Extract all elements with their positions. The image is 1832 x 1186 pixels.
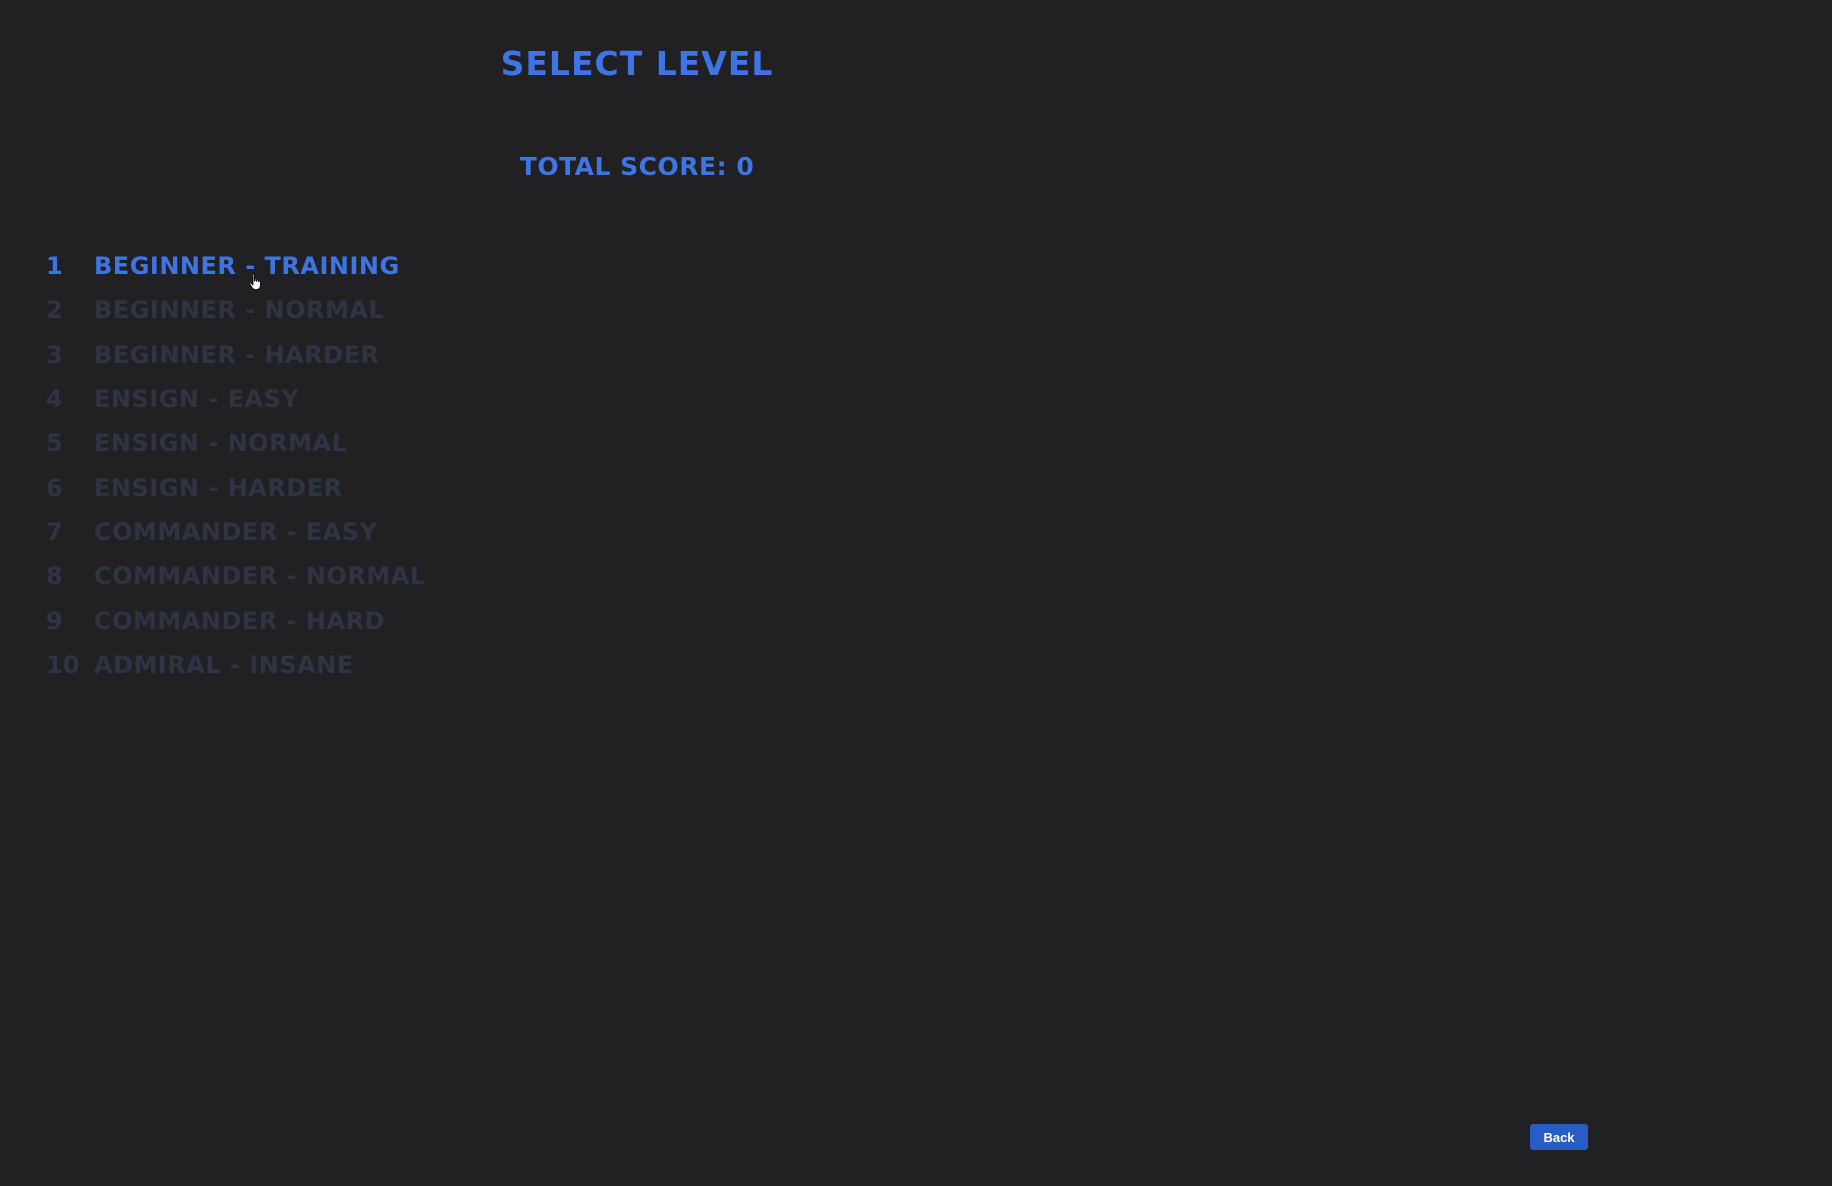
level-name: COMMANDER - HARD bbox=[94, 606, 385, 635]
level-name: BEGINNER - HARDER bbox=[94, 340, 380, 369]
level-item-1[interactable]: 1 BEGINNER - TRAINING bbox=[46, 244, 426, 288]
level-number: 5 bbox=[46, 429, 63, 458]
level-item-6[interactable]: 6 ENSIGN - HARDER bbox=[46, 465, 426, 509]
level-number: 1 bbox=[46, 252, 63, 281]
level-number: 3 bbox=[46, 340, 63, 369]
level-item-3[interactable]: 3 BEGINNER - HARDER bbox=[46, 333, 426, 377]
level-number: 6 bbox=[46, 473, 63, 502]
total-score-value: 0 bbox=[736, 152, 755, 181]
level-number: 4 bbox=[46, 385, 63, 414]
level-item-8[interactable]: 8 COMMANDER - NORMAL bbox=[46, 554, 426, 598]
level-select-screen: SELECT LEVEL TOTAL SCORE: 0 1 BEGINNER -… bbox=[0, 0, 1832, 1186]
level-list: 1 BEGINNER - TRAINING 2 BEGINNER - NORMA… bbox=[46, 244, 426, 687]
level-name: BEGINNER - TRAINING bbox=[94, 252, 400, 281]
level-name: ADMIRAL - INSANE bbox=[94, 650, 354, 679]
level-name: ENSIGN - NORMAL bbox=[94, 429, 348, 458]
hand-pointer-icon bbox=[249, 273, 261, 291]
total-score-label: TOTAL SCORE: bbox=[519, 152, 728, 181]
level-item-9[interactable]: 9 COMMANDER - HARD bbox=[46, 598, 426, 642]
total-score: TOTAL SCORE: 0 bbox=[0, 152, 1274, 181]
level-item-5[interactable]: 5 ENSIGN - NORMAL bbox=[46, 421, 426, 465]
level-item-4[interactable]: 4 ENSIGN - EASY bbox=[46, 377, 426, 421]
level-name: COMMANDER - NORMAL bbox=[94, 562, 426, 591]
page-title: SELECT LEVEL bbox=[500, 44, 774, 83]
level-number: 7 bbox=[46, 517, 63, 546]
level-number: 2 bbox=[46, 296, 63, 325]
back-button[interactable]: Back bbox=[1530, 1124, 1588, 1150]
level-number: 10 bbox=[46, 650, 80, 679]
level-name: BEGINNER - NORMAL bbox=[94, 296, 385, 325]
level-item-2[interactable]: 2 BEGINNER - NORMAL bbox=[46, 288, 426, 332]
level-item-7[interactable]: 7 COMMANDER - EASY bbox=[46, 510, 426, 554]
level-item-10[interactable]: 10 ADMIRAL - INSANE bbox=[46, 643, 426, 687]
level-name: COMMANDER - EASY bbox=[94, 517, 378, 546]
level-name: ENSIGN - HARDER bbox=[94, 473, 343, 502]
level-number: 9 bbox=[46, 606, 63, 635]
level-number: 8 bbox=[46, 562, 63, 591]
level-name: ENSIGN - EASY bbox=[94, 385, 300, 414]
